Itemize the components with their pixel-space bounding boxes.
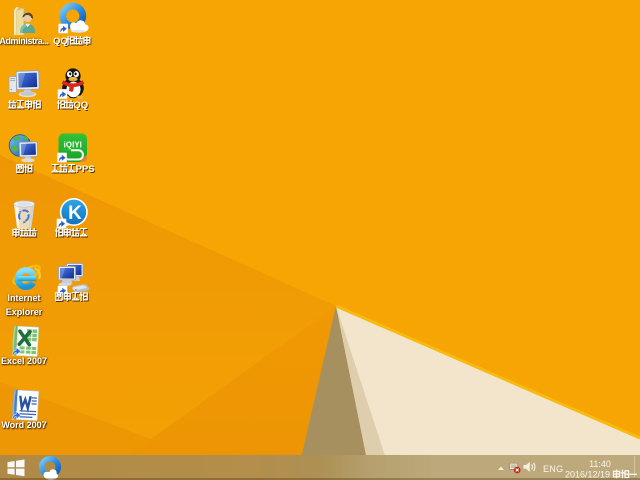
svg-text:QQ: QQ — [53, 36, 68, 47]
svg-text:K: K — [68, 203, 82, 224]
svg-text:QQ: QQ — [73, 100, 88, 111]
svg-text:PPS: PPS — [75, 164, 94, 175]
svg-text:iQIYI: iQIYI — [64, 141, 82, 150]
svg-text:2016/12/19: 2016/12/19 — [565, 469, 610, 479]
